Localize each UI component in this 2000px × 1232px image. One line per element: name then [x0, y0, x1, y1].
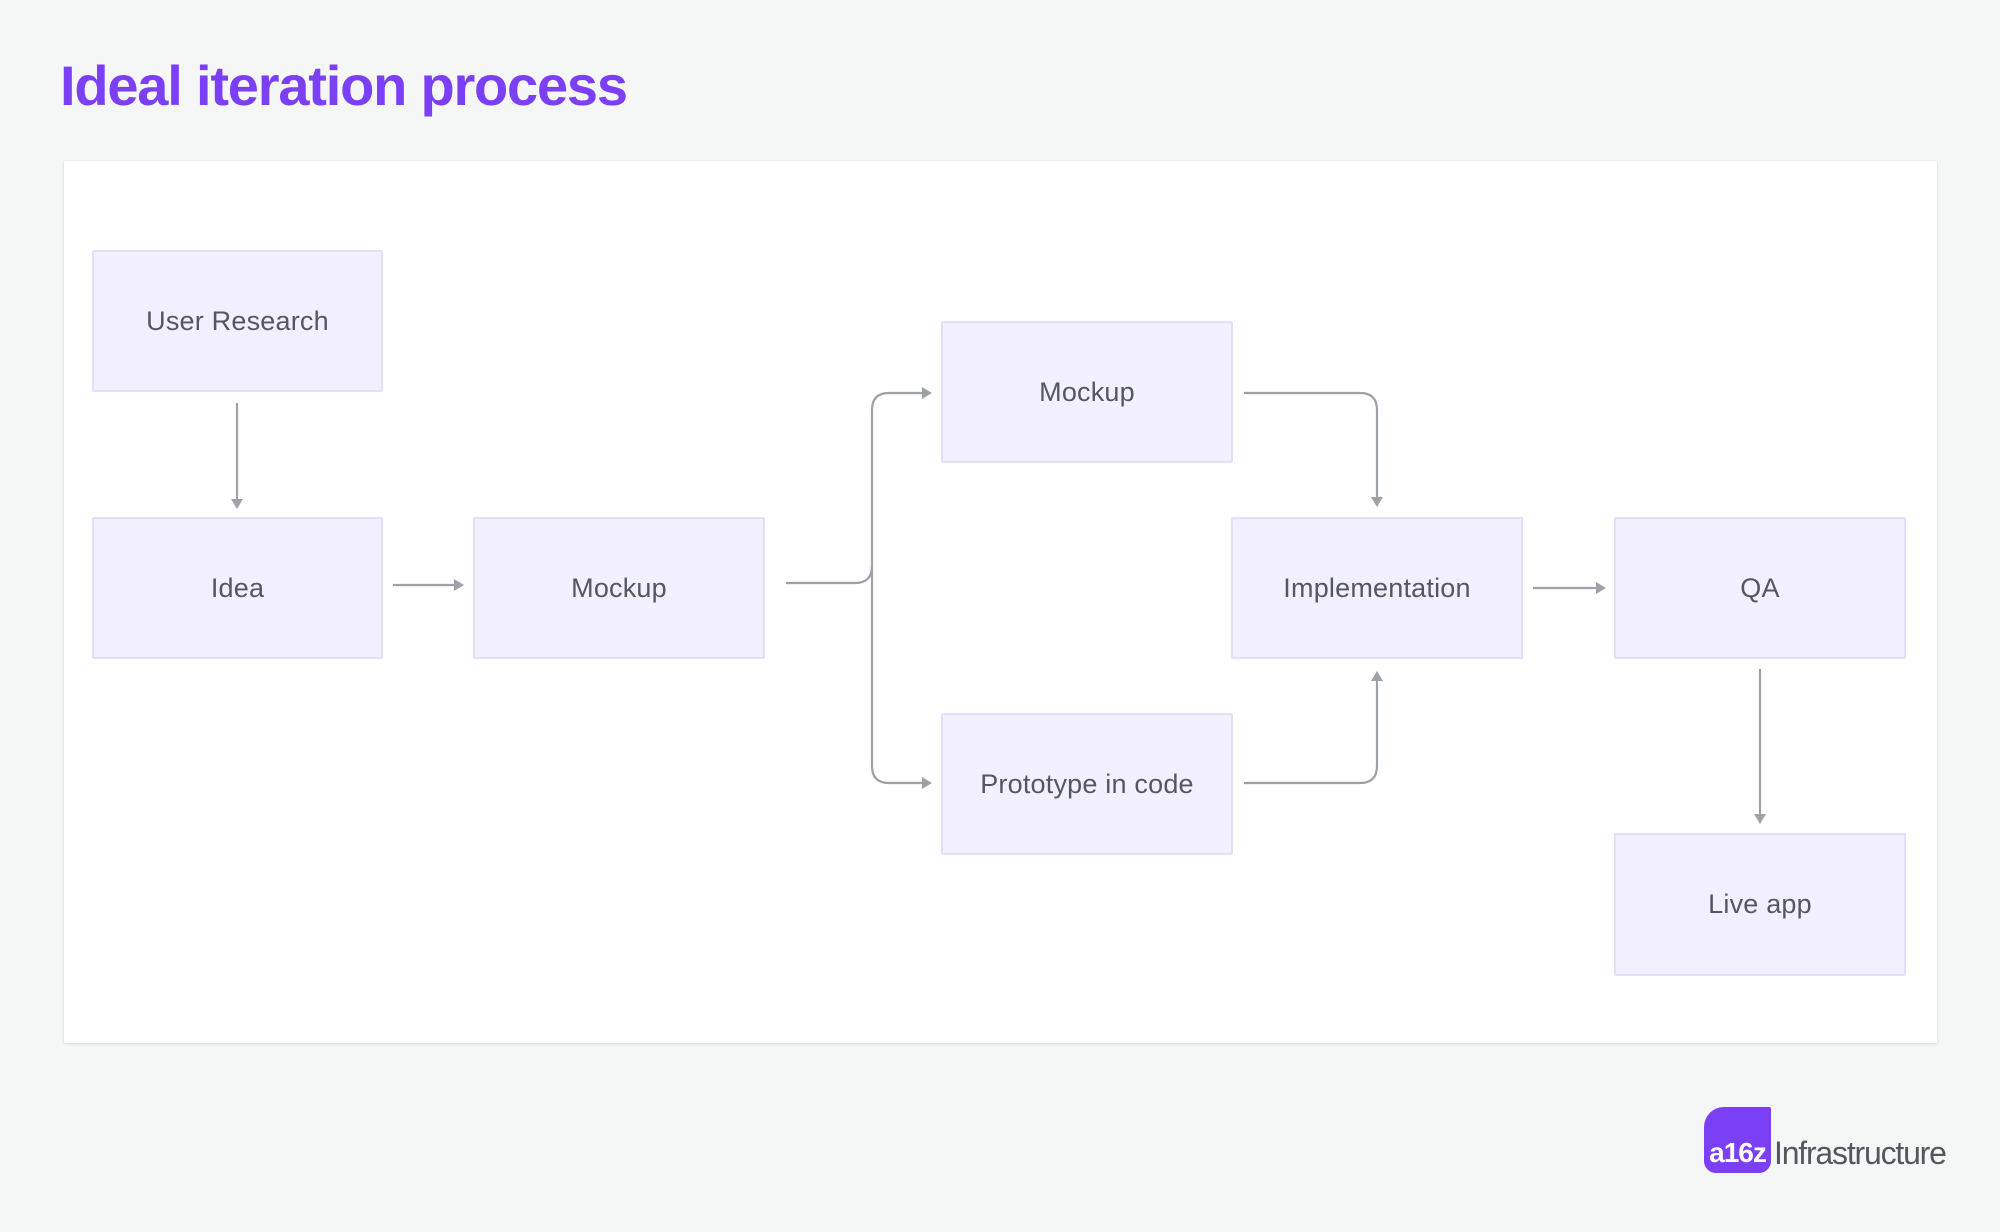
node-qa: QA: [1614, 517, 1906, 659]
logo-mark-text: a16z: [1709, 1137, 1767, 1168]
node-label: Idea: [210, 572, 265, 603]
node-label: Mockup: [1039, 376, 1135, 407]
node-label: Mockup: [571, 572, 667, 603]
node-prototype: Prototype in code: [941, 713, 1233, 855]
node-label: QA: [1740, 572, 1780, 603]
node-live-app: Live app: [1614, 833, 1906, 976]
node-label: Live app: [1708, 889, 1812, 919]
page-title: Ideal iteration process: [60, 54, 628, 117]
node-label: User Research: [146, 305, 329, 336]
node-label: Prototype in code: [980, 768, 1194, 799]
node-idea: Idea: [92, 517, 383, 659]
logo-mark: a16z: [1704, 1107, 1771, 1173]
logo-text: Infrastructure: [1774, 1135, 1947, 1171]
node-mockup-1: Mockup: [473, 517, 765, 659]
node-mockup-2: Mockup: [941, 321, 1233, 463]
node-label: Implementation: [1283, 572, 1471, 603]
node-implementation: Implementation: [1231, 517, 1523, 659]
node-user-research: User Research: [92, 250, 383, 392]
brand-logo: a16z Infrastructure: [1704, 1107, 1947, 1173]
